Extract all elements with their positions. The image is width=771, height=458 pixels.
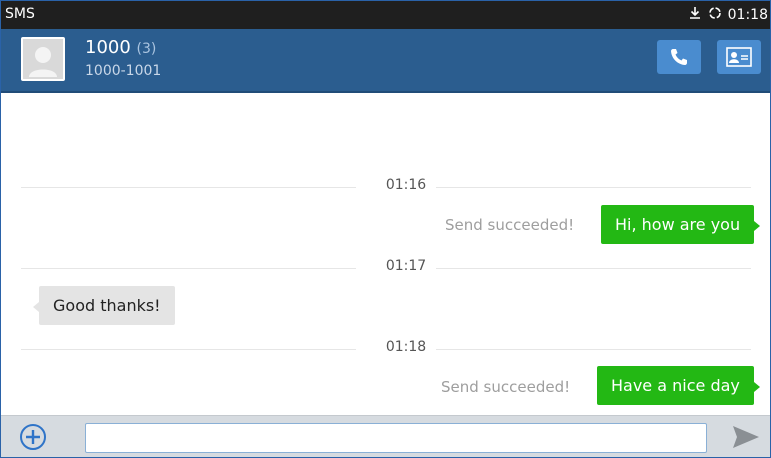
timestamp-divider: 01:16 — [21, 177, 751, 197]
contact-name-text: 1000 — [85, 37, 131, 58]
timestamp-divider: 01:18 — [21, 339, 751, 359]
outgoing-message[interactable]: Hi, how are you — [601, 205, 761, 244]
divider-line — [436, 268, 751, 269]
timestamp: 01:16 — [385, 177, 427, 193]
message-input[interactable] — [85, 423, 707, 453]
divider-line — [21, 187, 356, 188]
status-bar: SMS 01:18 — [1, 1, 770, 29]
composer-bar — [1, 415, 770, 457]
message-list[interactable]: 01:16 Send succeeded! Hi, how are you 01… — [1, 93, 770, 415]
add-attachment-button[interactable] — [19, 423, 47, 455]
call-button[interactable] — [657, 40, 701, 74]
plus-circle-icon — [20, 424, 46, 450]
app-name: SMS — [5, 6, 35, 22]
timestamp: 01:18 — [385, 339, 427, 355]
send-status: Send succeeded! — [445, 216, 575, 234]
send-status: Send succeeded! — [441, 378, 571, 396]
outgoing-message[interactable]: Have a nice day — [597, 366, 760, 405]
incoming-message[interactable]: Good thanks! — [33, 286, 175, 325]
contact-card-button[interactable] — [717, 40, 761, 74]
timestamp: 01:17 — [385, 258, 427, 274]
send-button[interactable] — [731, 424, 761, 454]
divider-line — [21, 349, 356, 350]
divider-line — [436, 349, 751, 350]
clock-time: 01:18 — [727, 7, 768, 23]
status-icons: 01:18 — [688, 6, 768, 24]
divider-line — [436, 187, 751, 188]
download-icon — [688, 6, 702, 24]
contact-card-icon — [726, 47, 752, 67]
sync-icon — [708, 6, 722, 24]
sms-window: SMS 01:18 1000 (3) 1000-1001 01:16 Send … — [0, 0, 771, 458]
person-avatar-icon — [21, 37, 65, 81]
divider-line — [21, 268, 356, 269]
conversation-header: 1000 (3) 1000-1001 — [1, 29, 770, 93]
phone-icon — [671, 49, 687, 65]
message-count: (3) — [136, 41, 157, 57]
contact-number: 1000-1001 — [85, 63, 162, 79]
timestamp-divider: 01:17 — [21, 258, 751, 278]
send-arrow-icon — [733, 426, 759, 448]
contact-name: 1000 (3) — [85, 37, 156, 58]
